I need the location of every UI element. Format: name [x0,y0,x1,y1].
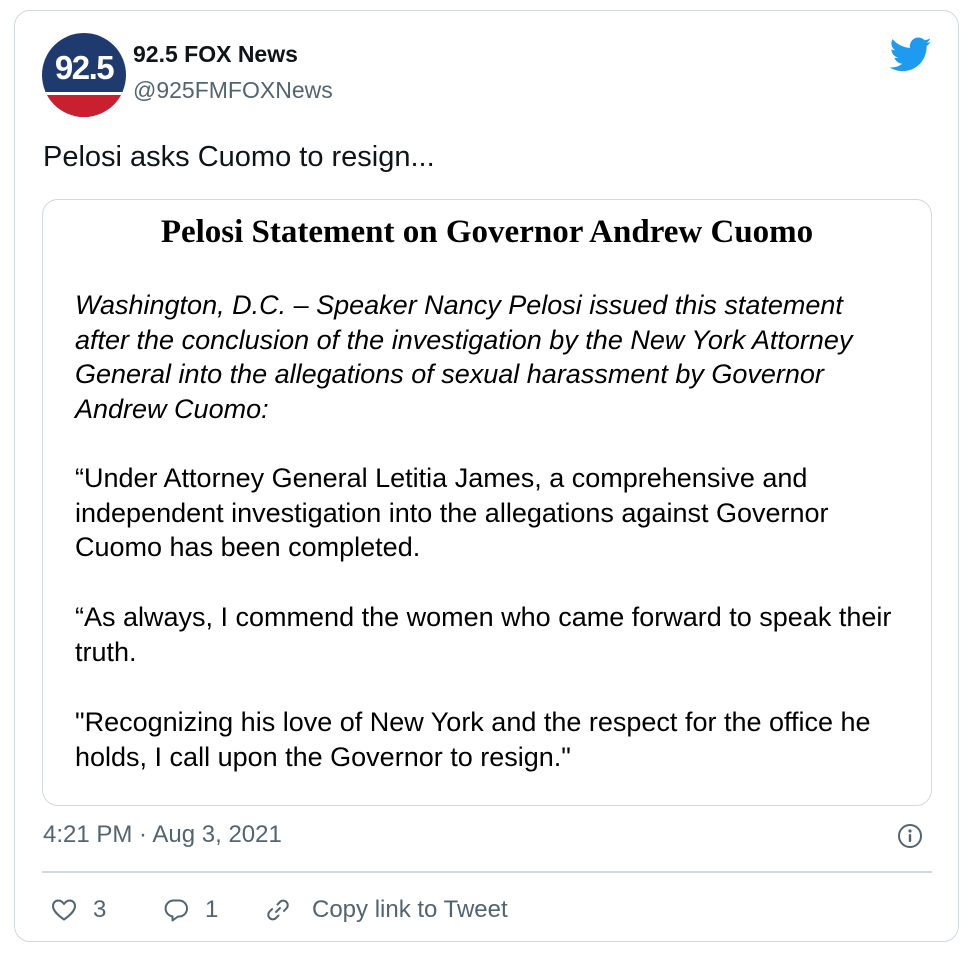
avatar[interactable]: 92.5 [42,33,126,117]
statement-intro: Washington, D.C. – Speaker Nancy Pelosi … [75,290,853,424]
copy-link-button[interactable]: Copy link to Tweet [265,893,508,927]
tweet-timestamp[interactable]: 4:21 PM · Aug 3, 2021 [43,821,282,849]
tweet-card: 92.5 92.5 FOX News @925FMFOXNews Pelosi … [14,10,959,942]
statement-paragraph: “As always, I commend the women who came… [75,602,892,667]
tweet-text: Pelosi asks Cuomo to resign... [43,141,435,173]
statement-paragraph: “Under Attorney General Letitia James, a… [75,463,829,562]
heart-icon [52,899,76,921]
twitter-bird-icon[interactable] [890,37,932,73]
statement-image[interactable]: Pelosi Statement on Governor Andrew Cuom… [42,199,932,806]
info-icon[interactable] [897,823,923,849]
like-count: 3 [93,896,107,923]
statement-paragraph: "Recognizing his love of New York and th… [75,707,871,772]
avatar-logo-text: 92.5 [54,49,115,86]
reply-bubble-icon [164,899,188,922]
display-name[interactable]: 92.5 FOX News [133,41,298,68]
divider [42,871,932,873]
copy-link-label: Copy link to Tweet [312,896,508,923]
avatar-red-band [42,95,126,117]
like-button[interactable]: 3 [51,893,106,927]
avatar-white-stripe [42,92,126,95]
reply-button[interactable]: 1 [163,893,218,927]
account-handle[interactable]: @925FMFOXNews [133,77,333,104]
link-icon [267,899,289,921]
statement-title: Pelosi Statement on Governor Andrew Cuom… [160,214,814,250]
reply-count: 1 [205,896,219,923]
